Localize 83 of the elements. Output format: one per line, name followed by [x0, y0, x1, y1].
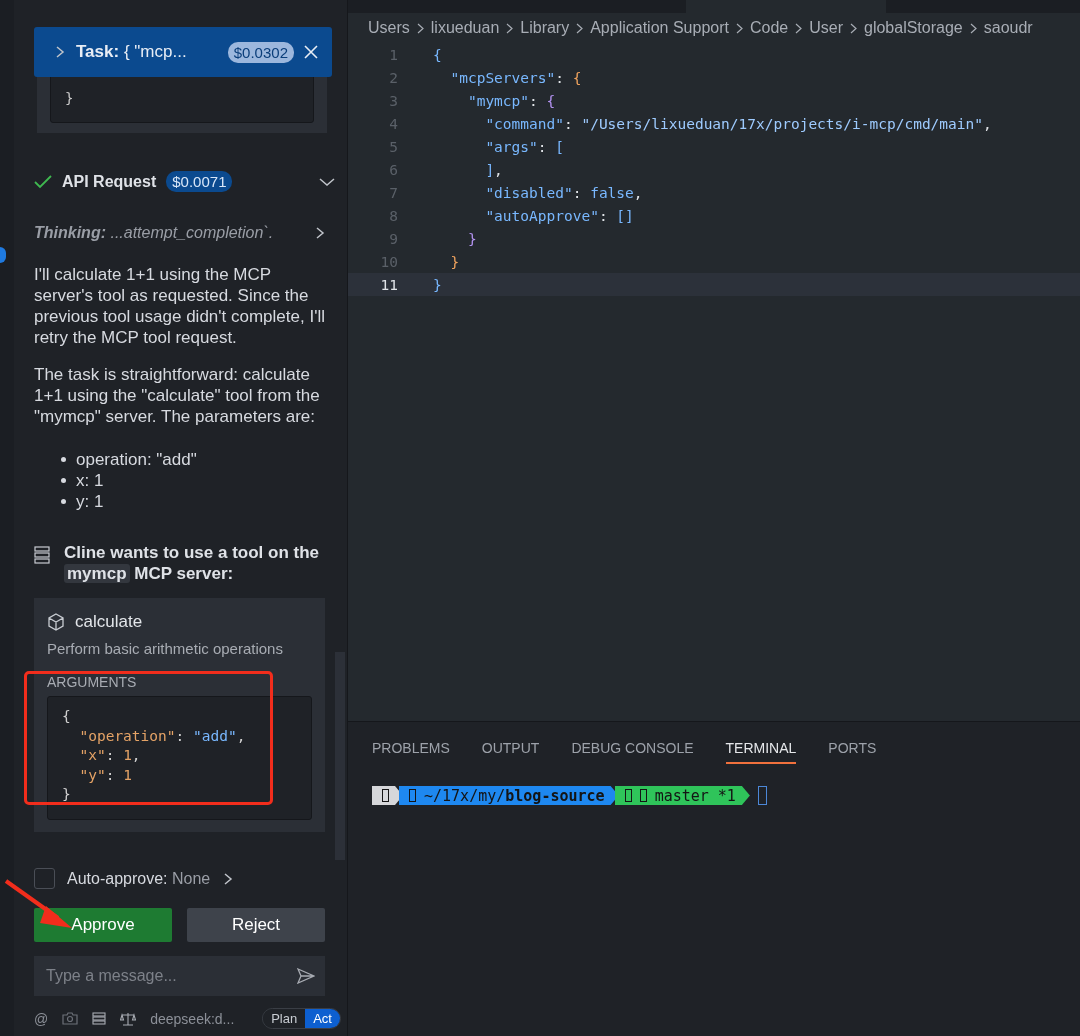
arguments-label: ARGUMENTS [47, 674, 138, 690]
chevron-right-icon [795, 22, 803, 34]
panel-tab[interactable]: TERMINAL [725, 740, 797, 764]
api-request-cost: $0.0071 [166, 171, 233, 192]
task-title: Task: { "mcp... [76, 42, 188, 62]
parameter-item: y: 1 [76, 491, 104, 512]
bullet-icon [61, 499, 66, 504]
code-line: "mymcp": { [466, 92, 556, 109]
code-line: "mcpServers": { [449, 69, 582, 86]
code-line: { [433, 46, 442, 63]
chevron-right-icon [850, 22, 857, 34]
line-number: 3 [388, 92, 398, 109]
terminal-prompt: ~/17x/my/blog-source master *1 [372, 786, 1080, 805]
code-line: "autoApprove": [] [484, 207, 634, 224]
chevron-right-icon[interactable] [222, 871, 235, 886]
line-number: 8 [388, 207, 398, 224]
code-line: "disabled": false, [484, 184, 643, 201]
breadcrumb-item[interactable]: Library [520, 19, 570, 37]
chevron-right-icon [735, 22, 743, 34]
tool-description: Perform basic arithmetic operations [47, 640, 284, 657]
task-cost: $0.0302 [227, 41, 294, 63]
checkmark-icon [34, 174, 52, 189]
server-icon [34, 546, 50, 564]
line-number: 7 [388, 184, 398, 201]
message-input[interactable]: Type a message... [34, 956, 325, 996]
reject-button[interactable]: Reject [187, 908, 325, 942]
breadcrumb-item[interactable]: lixueduan [430, 19, 500, 37]
breadcrumb-item[interactable]: Users [368, 19, 410, 37]
close-icon[interactable] [304, 45, 318, 59]
chevron-right-icon [416, 22, 424, 34]
line-number: 10 [379, 253, 398, 270]
breadcrumb-item[interactable]: Code [749, 19, 789, 37]
arguments-code: { "operation": "add", "x": 1, "y": 1 } [47, 696, 312, 820]
model-selector[interactable]: deepseek:d... [150, 1010, 235, 1027]
line-number: 5 [388, 138, 398, 155]
chevron-right-icon [506, 22, 514, 34]
camera-icon[interactable] [62, 1012, 79, 1025]
panel-tab[interactable]: PROBLEMS [372, 740, 450, 764]
chevron-right-icon [969, 22, 977, 34]
tool-name: calculate [75, 612, 143, 632]
line-number: 2 [388, 69, 398, 86]
code-block: } [50, 75, 314, 123]
breadcrumb-item[interactable]: globalStorage [864, 19, 963, 37]
tool-request-heading: Cline wants to use a tool on the mymcp MCP server: [64, 542, 321, 584]
approve-button[interactable]: Approve [34, 908, 172, 942]
panel-tab[interactable]: PORTS [828, 740, 877, 764]
line-number: 4 [388, 115, 398, 132]
chevron-down-icon[interactable] [319, 176, 335, 187]
task-header[interactable]: Task: { "mcp... $0.0302 [34, 27, 332, 77]
line-number: 6 [388, 161, 398, 178]
thinking-summary[interactable]: Thinking: ...attempt_completion`. [34, 224, 304, 242]
panel-tab[interactable]: DEBUG CONSOLE [571, 740, 694, 764]
code-line: "command": "/Users/lixueduan/17x/projects/i-mcp/cmd/main", [484, 115, 992, 132]
code-line: ], [484, 161, 503, 178]
parameter-item: x: 1 [76, 470, 104, 491]
server-icon[interactable] [92, 1012, 107, 1025]
message-paragraph: I'll calculate 1+1 using the MCP server's tool as requested. Since the previous tool usage didn't complete, I'll retry the MCP tool request. [34, 264, 326, 348]
chevron-right-icon[interactable] [54, 45, 66, 59]
line-number: 9 [388, 230, 398, 247]
mode-toggle[interactable]: Act [305, 1009, 340, 1028]
scales-icon[interactable] [120, 1011, 137, 1026]
code-line: } [466, 230, 477, 247]
cube-icon [47, 613, 65, 631]
mention-button[interactable]: @ [34, 1010, 49, 1027]
line-number: 1 [388, 46, 398, 63]
breadcrumb-item[interactable]: User [809, 19, 843, 37]
chevron-right-icon[interactable] [314, 226, 326, 240]
api-request-title: API Request [62, 172, 157, 191]
message-paragraph: The task is straightforward: calculate 1+1 using the "calculate" tool from the "mymcp" server. The parameters are: [34, 364, 321, 427]
code-line: } [433, 276, 442, 293]
panel-tab[interactable]: OUTPUT [481, 740, 540, 764]
line-number: 11 [379, 276, 398, 293]
bullet-icon [61, 457, 66, 462]
chevron-right-icon [576, 22, 584, 34]
send-icon[interactable] [297, 968, 315, 984]
auto-approve-checkbox[interactable] [34, 868, 55, 889]
code-line: "args": [ [484, 138, 564, 155]
code-line: } [449, 253, 460, 270]
breadcrumb-item[interactable]: saoudr [983, 19, 1033, 37]
bullet-icon [61, 478, 66, 483]
breadcrumb-item[interactable]: Application Support [590, 19, 729, 37]
parameter-item: operation: "add" [76, 449, 197, 470]
auto-approve-label[interactable]: Auto-approve: None [67, 869, 211, 888]
